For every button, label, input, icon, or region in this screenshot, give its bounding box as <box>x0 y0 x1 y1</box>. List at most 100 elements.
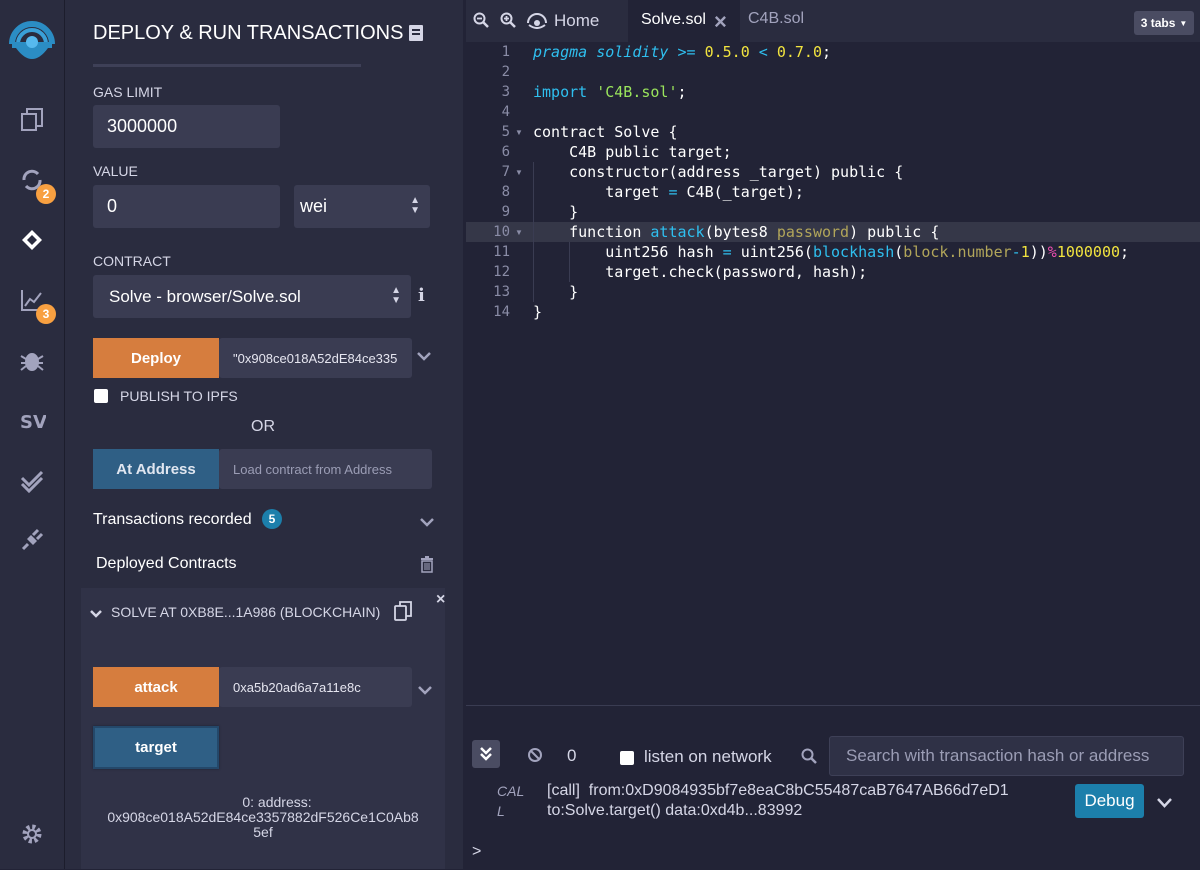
tx-search-placeholder: Search with transaction hash or address <box>846 746 1150 765</box>
line-number: 13 <box>493 284 510 300</box>
select-arrows-icon: ▲ ▼ <box>391 285 401 306</box>
debugger-bug-icon[interactable] <box>16 344 48 376</box>
listen-network-checkbox[interactable] <box>620 751 634 765</box>
unit-testing-check-icon[interactable] <box>16 464 48 496</box>
fold-caret-icon[interactable]: ▼ <box>515 168 523 177</box>
close-icon[interactable]: × <box>436 591 445 609</box>
log-type-line-2: L <box>497 803 505 819</box>
compiler-badge: 2 <box>36 184 56 204</box>
instance-title[interactable]: SOLVE AT 0XB8E...1A986 (BLOCKCHAIN) <box>111 604 380 620</box>
contract-select-text: Solve - browser/Solve.sol <box>109 286 301 306</box>
clear-console-icon[interactable] <box>527 747 543 768</box>
attack-args-text: 0xa5b20ad6a7a11e8c <box>233 679 361 695</box>
attack-chevron-down-icon[interactable] <box>418 682 432 700</box>
copy-icon[interactable] <box>394 601 412 626</box>
target-button[interactable]: target <box>93 726 219 769</box>
line-number: 7 <box>501 164 510 180</box>
log-line-2[interactable]: to:Solve.target() data:0xd4b...83992 <box>547 802 802 820</box>
terminal-toggle-button[interactable] <box>472 740 500 768</box>
line-number-gutter <box>466 42 526 705</box>
side-panel: DEPLOY & RUN TRANSACTIONS GAS LIMIT 3000… <box>65 0 463 869</box>
tab-c4b-sol[interactable]: C4B.sol <box>748 10 804 28</box>
remix-logo-icon[interactable] <box>8 14 56 66</box>
tab-solve-sol[interactable]: Solve.sol × <box>628 0 740 42</box>
trash-icon[interactable] <box>420 556 434 578</box>
deploy-args-input[interactable]: "0x908ce018A52dE84ce335 <box>219 338 412 378</box>
or-label: OR <box>251 418 275 435</box>
debug-button[interactable]: Debug <box>1075 784 1144 818</box>
zoom-out-icon[interactable] <box>473 12 489 33</box>
code-line: C4B public target; <box>533 143 732 161</box>
line-number: 12 <box>493 264 510 280</box>
settings-gear-icon[interactable] <box>16 818 48 850</box>
home-tab[interactable]: Home <box>526 0 599 42</box>
load-address-placeholder: Load contract from Address <box>233 461 392 477</box>
instance-chevron-down-icon[interactable] <box>90 605 102 623</box>
code-line: constructor(address _target) public { <box>533 163 904 181</box>
analysis-badge: 3 <box>36 304 56 324</box>
info-icon[interactable]: i <box>418 285 425 306</box>
value-unit-select[interactable]: wei ▲ ▼ <box>294 185 430 228</box>
svg-text:SV: SV <box>20 412 46 433</box>
zoom-in-icon[interactable] <box>500 12 516 33</box>
docs-book-icon[interactable] <box>408 24 424 42</box>
line-number: 4 <box>501 104 510 120</box>
tabs-count-label: 3 tabs <box>1140 16 1176 30</box>
contract-select[interactable]: Solve - browser/Solve.sol ▲ ▼ <box>93 275 411 318</box>
at-address-button[interactable]: At Address <box>93 449 219 489</box>
log-type-line-1: CAL <box>497 783 525 799</box>
attack-args-input[interactable]: 0xa5b20ad6a7a11e8c <box>219 667 412 707</box>
line-number: 14 <box>493 304 510 320</box>
remix-home-icon <box>527 13 547 29</box>
line-number: 2 <box>501 64 510 80</box>
value-label: VALUE <box>93 163 138 179</box>
contract-label: CONTRACT <box>93 253 171 269</box>
scroll-indicator <box>93 64 361 67</box>
target-result: 0: address: 0x908ce018A52dE84ce3357882dF… <box>81 795 445 840</box>
line-number: 6 <box>501 144 510 160</box>
load-address-input[interactable]: Load contract from Address <box>219 449 432 489</box>
code-line: pragma solidity >= 0.5.0 < 0.7.0; <box>533 43 832 61</box>
code-line: function attack(bytes8 password) public … <box>533 223 940 241</box>
deploy-run-icon[interactable] <box>16 224 48 256</box>
transactions-chevron-down-icon[interactable] <box>420 514 434 532</box>
file-explorer-icon[interactable] <box>16 104 48 136</box>
code-line: uint256 hash = uint256(blockhash(block.n… <box>533 243 1130 261</box>
publish-ipfs-label: PUBLISH TO IPFS <box>120 388 238 404</box>
solidity-static-icon[interactable]: SV <box>16 404 48 436</box>
chevron-down-icon[interactable] <box>417 348 431 366</box>
tx-search-input[interactable]: Search with transaction hash or address <box>829 736 1184 776</box>
log-line-1[interactable]: [call] from:0xD9084935bf7e8eaC8bC55487ca… <box>547 782 1009 800</box>
home-tab-label: Home <box>554 11 600 30</box>
panel-title: DEPLOY & RUN TRANSACTIONS <box>93 22 404 44</box>
tab-label: Solve.sol <box>641 11 706 28</box>
plugin-manager-icon[interactable] <box>16 524 48 556</box>
fold-caret-icon[interactable]: ▼ <box>515 128 523 137</box>
terminal-prompt[interactable]: > <box>472 843 481 861</box>
tab-close-icon[interactable]: × <box>714 9 727 35</box>
double-chevron-down-icon <box>480 747 492 761</box>
value-input[interactable]: 0 <box>93 185 280 228</box>
transactions-recorded-label[interactable]: Transactions recorded <box>93 511 252 529</box>
code-line: } <box>533 303 543 321</box>
code-line: } <box>533 283 579 301</box>
log-expand-chevron-icon[interactable] <box>1157 795 1172 813</box>
line-number: 5 <box>501 124 510 140</box>
gas-limit-input[interactable]: 3000000 <box>93 105 280 148</box>
pending-tx-count: 0 <box>567 746 577 765</box>
deployed-instance-card: SOLVE AT 0XB8E...1A986 (BLOCKCHAIN) × at… <box>81 588 445 869</box>
code-line: } <box>533 203 579 221</box>
line-number: 9 <box>501 204 510 220</box>
deploy-args-text: "0x908ce018A52dE84ce335 <box>233 350 398 366</box>
code-line: target.check(password, hash); <box>533 263 868 281</box>
deployed-contracts-label: Deployed Contracts <box>96 555 237 572</box>
fold-caret-icon[interactable]: ▼ <box>515 228 523 237</box>
tabs-count-dropdown[interactable]: 3 tabs ▼ <box>1134 11 1194 35</box>
deploy-button[interactable]: Deploy <box>93 338 219 378</box>
attack-button[interactable]: attack <box>93 667 219 707</box>
publish-ipfs-checkbox[interactable] <box>94 389 108 403</box>
listen-network-label: listen on network <box>644 747 772 766</box>
icon-bar: 2 3 SV <box>0 0 65 869</box>
target-result-line-1: 0: address: <box>242 794 312 810</box>
line-number: 1 <box>501 44 510 60</box>
